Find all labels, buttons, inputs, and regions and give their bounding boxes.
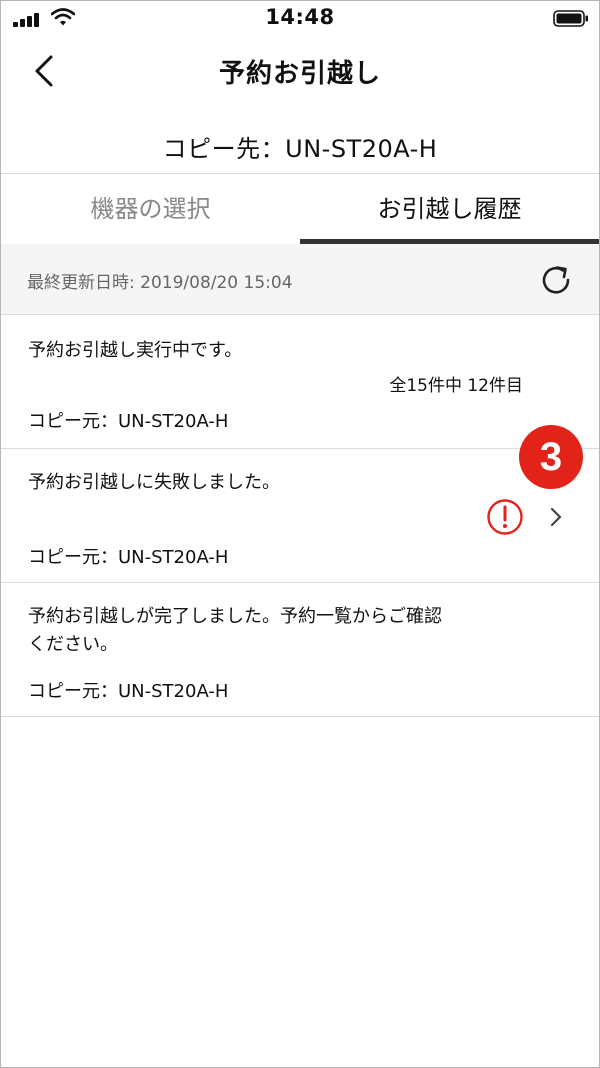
status-bar: 14:48	[1, 1, 599, 35]
history-item-in-progress: 予約お引越し実行中です。 全15件中 12件目 コピー元：UN-ST20A-H	[1, 315, 599, 449]
annotation-number-badge: 3	[519, 425, 583, 489]
last-updated-text: 最終更新日時: 2019/08/20 15:04	[27, 273, 293, 293]
refresh-icon	[542, 266, 570, 294]
status-time: 14:48	[265, 5, 335, 29]
history-source: コピー元：UN-ST20A-H	[28, 677, 228, 703]
history-source: コピー元：UN-ST20A-H	[28, 407, 228, 433]
page-title: 予約お引越し	[218, 59, 381, 89]
history-source-label: コピー元：	[28, 681, 118, 702]
tab-device-select[interactable]: 機器の選択	[1, 174, 300, 244]
copy-destination-value: UN-ST20A-H	[285, 135, 438, 163]
error-exclamation-icon	[487, 499, 523, 535]
history-item-failed[interactable]: 予約お引越しに失敗しました。 コピー元：UN-ST20A-H	[1, 449, 599, 583]
last-updated-bar: 最終更新日時: 2019/08/20 15:04	[1, 244, 599, 315]
history-source-label: コピー元：	[28, 411, 118, 432]
tab-bar: 機器の選択 お引越し履歴	[1, 173, 599, 245]
history-message: 予約お引越し実行中です。	[28, 340, 243, 361]
history-message: 予約お引越しに失敗しました。	[28, 472, 280, 493]
refresh-button[interactable]	[537, 261, 575, 299]
history-source-value: UN-ST20A-H	[118, 411, 229, 432]
app-screen: 14:48 予約お引越し コピー先：UN-ST20A-H 機器の選択 お引越し履…	[0, 0, 600, 1068]
history-source: コピー元：UN-ST20A-H	[28, 543, 228, 569]
copy-destination-label: コピー先：	[162, 135, 286, 163]
history-source-value: UN-ST20A-H	[118, 681, 229, 702]
history-source-label: コピー元：	[28, 547, 118, 568]
history-source-value: UN-ST20A-H	[118, 547, 229, 568]
nav-header: 予約お引越し	[1, 35, 599, 107]
history-message: 予約お引越しが完了しました。予約一覧からご確認ください。	[28, 606, 442, 655]
chevron-right-icon[interactable]	[546, 502, 566, 532]
battery-icon	[553, 10, 588, 27]
tab-move-history[interactable]: お引越し履歴	[300, 174, 599, 244]
history-progress: 全15件中 12件目	[389, 376, 523, 396]
copy-destination: コピー先：UN-ST20A-H	[1, 129, 599, 164]
history-item-completed: 予約お引越しが完了しました。予約一覧からご確認ください。 コピー元：UN-ST2…	[1, 583, 599, 717]
